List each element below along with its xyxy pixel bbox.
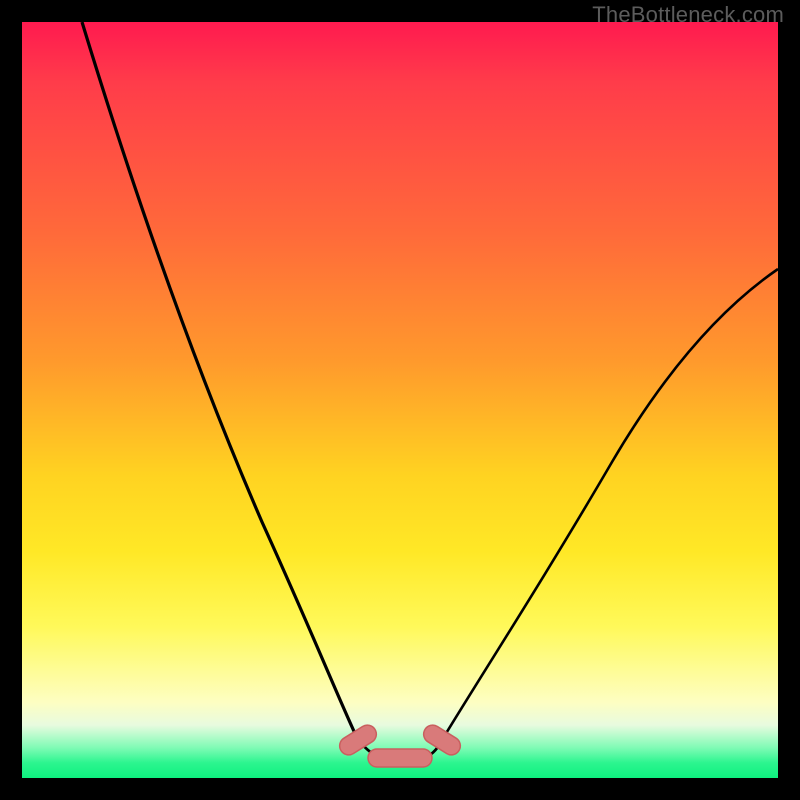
left-curve — [82, 22, 358, 740]
curve-layer — [22, 22, 778, 778]
plot-area — [22, 22, 778, 778]
marker-group — [336, 722, 463, 767]
right-curve — [442, 269, 778, 740]
chart-frame: TheBottleneck.com — [0, 0, 800, 800]
marker-bottom-bar — [368, 749, 432, 767]
